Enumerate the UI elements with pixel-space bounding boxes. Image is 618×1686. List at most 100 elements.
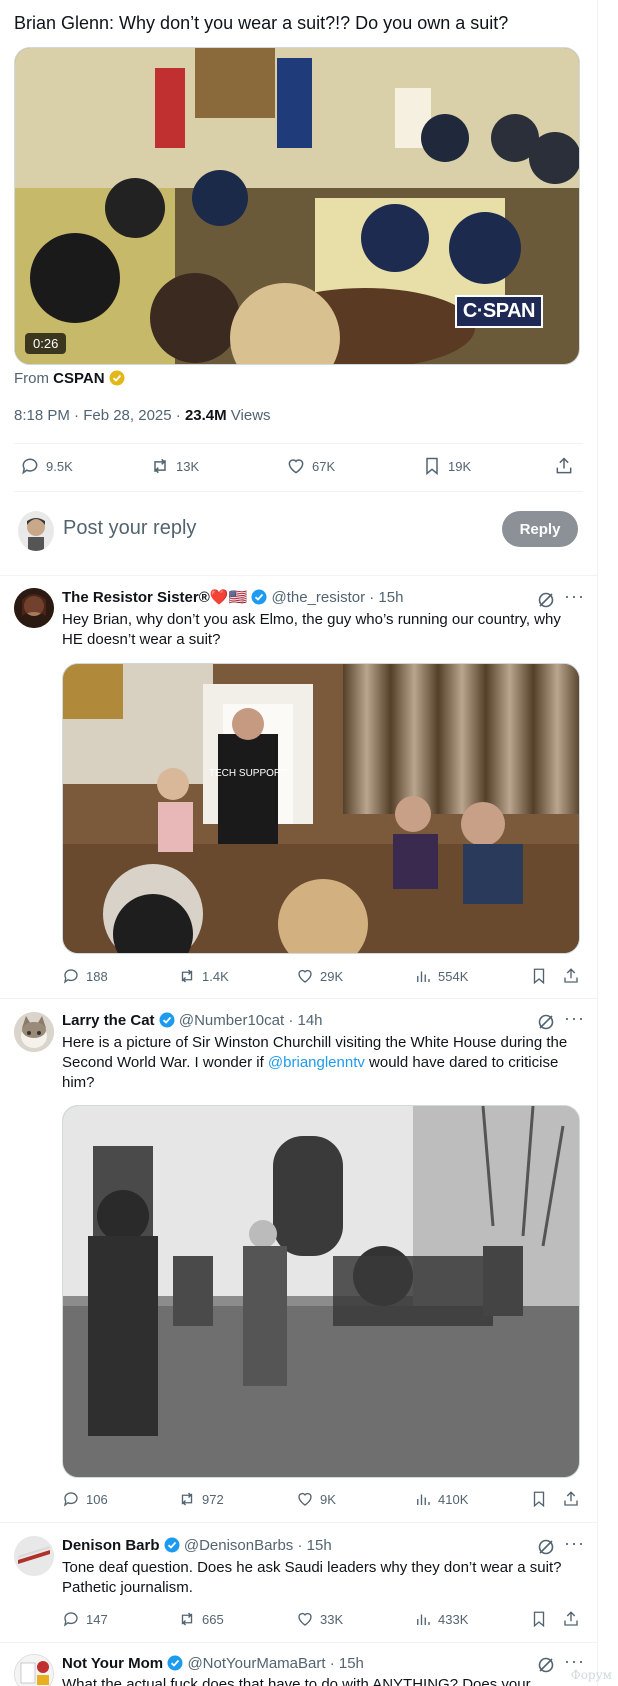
reply-text: Here is a picture of Sir Winston Churchi… xyxy=(62,1033,582,1093)
churchill-photo xyxy=(63,1106,579,1477)
more-icon[interactable]: ··· xyxy=(564,586,585,607)
reply-icon xyxy=(63,1612,78,1627)
grok-icon[interactable] xyxy=(537,1656,555,1674)
repost-action[interactable]: 972 xyxy=(178,1490,224,1508)
verified-icon xyxy=(164,1537,180,1553)
mention-link[interactable]: @brianglenntv xyxy=(268,1054,365,1071)
views-action[interactable]: 554K xyxy=(414,967,468,985)
repost-count: 13K xyxy=(176,458,200,474)
reply-input[interactable]: Post your reply xyxy=(63,517,196,540)
avatar[interactable] xyxy=(14,1012,54,1052)
reply-icon xyxy=(22,458,38,475)
bookmark-action[interactable] xyxy=(530,1490,548,1508)
verified-icon xyxy=(251,589,267,605)
bookmark-icon xyxy=(533,968,545,985)
reply-count: 188 xyxy=(86,968,108,984)
like-action[interactable]: 33K xyxy=(296,1610,343,1628)
reply-text: What the actual fuck does that have to d… xyxy=(62,1676,531,1686)
repost-action[interactable]: 13K xyxy=(150,456,199,476)
like-action[interactable]: 29K xyxy=(296,967,343,985)
like-count: 9K xyxy=(320,1491,336,1507)
reply-count: 9.5K xyxy=(46,458,73,474)
post-time[interactable]: · 15h xyxy=(297,1537,331,1554)
like-action[interactable]: 9K xyxy=(296,1490,336,1508)
reply-button[interactable]: Reply xyxy=(502,511,578,547)
reply-action[interactable]: 147 xyxy=(62,1610,108,1628)
bookmark-icon xyxy=(533,1491,545,1508)
avatar[interactable] xyxy=(18,511,54,551)
source-link[interactable]: CSPAN xyxy=(53,370,104,387)
reply-count: 147 xyxy=(86,1611,108,1627)
display-name[interactable]: Denison Barb xyxy=(62,1537,160,1554)
handle[interactable]: @NotYourMamaBart xyxy=(187,1655,325,1672)
view-count: 554K xyxy=(438,968,469,984)
grok-icon[interactable] xyxy=(537,1013,555,1031)
repost-action[interactable]: 1.4K xyxy=(178,967,229,985)
handle[interactable]: @the_resistor xyxy=(271,589,365,606)
post-timestamp[interactable]: 8:18 PM · Feb 28, 2025 · xyxy=(14,407,185,424)
divider xyxy=(0,1522,598,1523)
reply-composer: Post your reply Reply xyxy=(0,503,598,575)
view-count: 410K xyxy=(438,1491,469,1507)
reply-action[interactable]: 9.5K xyxy=(20,456,73,476)
grok-icon[interactable] xyxy=(537,1538,555,1556)
reply-icon xyxy=(63,1492,78,1507)
post-time[interactable]: · 15h xyxy=(369,589,403,606)
reply-1-header: The Resistor Sister®❤️🇺🇸 @the_resistor ·… xyxy=(62,588,403,608)
denison-avatar-image xyxy=(14,1536,54,1576)
cspan-logo: C·SPAN xyxy=(454,295,543,328)
reply-photo[interactable]: TECH SUPPORT xyxy=(62,663,580,954)
views-label: Views xyxy=(226,407,271,424)
more-icon[interactable]: ··· xyxy=(564,1008,585,1029)
share-action[interactable] xyxy=(562,1490,580,1508)
share-action[interactable] xyxy=(562,1610,580,1628)
shirt-text: TECH SUPPORT xyxy=(209,768,287,779)
reply-1-action-bar: 188 1.4K 29K 554K xyxy=(0,967,598,987)
bookmark-icon xyxy=(426,457,438,476)
display-name[interactable]: Not Your Mom xyxy=(62,1655,163,1672)
reply-3-header: Denison Barb @DenisonBarbs · 15h xyxy=(62,1536,332,1556)
post-time[interactable]: · 15h xyxy=(330,1655,364,1672)
more-icon[interactable]: ··· xyxy=(564,1533,585,1554)
avatar[interactable] xyxy=(14,588,54,628)
repost-count: 972 xyxy=(202,1491,224,1507)
standing-figure xyxy=(218,734,278,844)
reply-photo[interactable] xyxy=(62,1105,580,1478)
reply-action[interactable]: 106 xyxy=(62,1490,108,1508)
repost-count: 665 xyxy=(202,1611,224,1627)
reply-text: Hey Brian, why don’t you ask Elmo, the g… xyxy=(62,611,561,648)
share-action[interactable] xyxy=(562,967,580,985)
repost-action[interactable]: 665 xyxy=(178,1610,224,1628)
views-action[interactable]: 410K xyxy=(414,1490,468,1508)
cat-avatar-image xyxy=(14,1012,54,1052)
divider xyxy=(0,998,598,999)
repost-icon xyxy=(154,458,166,474)
bookmark-action[interactable]: 19K xyxy=(422,456,471,476)
handle[interactable]: @DenisonBarbs xyxy=(184,1537,293,1554)
avatar[interactable] xyxy=(14,1536,54,1576)
like-action[interactable]: 67K xyxy=(286,456,335,476)
heart-icon xyxy=(298,1492,312,1506)
post-time[interactable]: · 14h xyxy=(288,1012,322,1029)
handle[interactable]: @Number10cat xyxy=(179,1012,284,1029)
gold-verified-icon xyxy=(109,370,125,386)
analytics-icon xyxy=(417,971,430,982)
bookmark-action[interactable] xyxy=(530,1610,548,1628)
from-label: From xyxy=(14,370,49,387)
cabinet-photo: TECH SUPPORT xyxy=(63,664,579,953)
display-name[interactable]: The Resistor Sister® xyxy=(62,589,210,606)
view-count: 433K xyxy=(438,1611,469,1627)
heart-icon xyxy=(288,459,304,474)
verified-icon xyxy=(167,1655,183,1671)
avatar[interactable] xyxy=(14,1654,54,1686)
views-action[interactable]: 433K xyxy=(414,1610,468,1628)
reply-action[interactable]: 188 xyxy=(62,967,108,985)
share-action[interactable] xyxy=(554,456,574,476)
display-name[interactable]: Larry the Cat xyxy=(62,1012,155,1029)
reply-2-action-bar: 106 972 9K 410K xyxy=(0,1490,598,1510)
name-emoji: ❤️🇺🇸 xyxy=(209,589,248,606)
video-player[interactable]: 0:26 C·SPAN xyxy=(14,47,580,365)
like-count: 29K xyxy=(320,968,344,984)
bookmark-action[interactable] xyxy=(530,967,548,985)
grok-icon[interactable] xyxy=(537,591,555,609)
